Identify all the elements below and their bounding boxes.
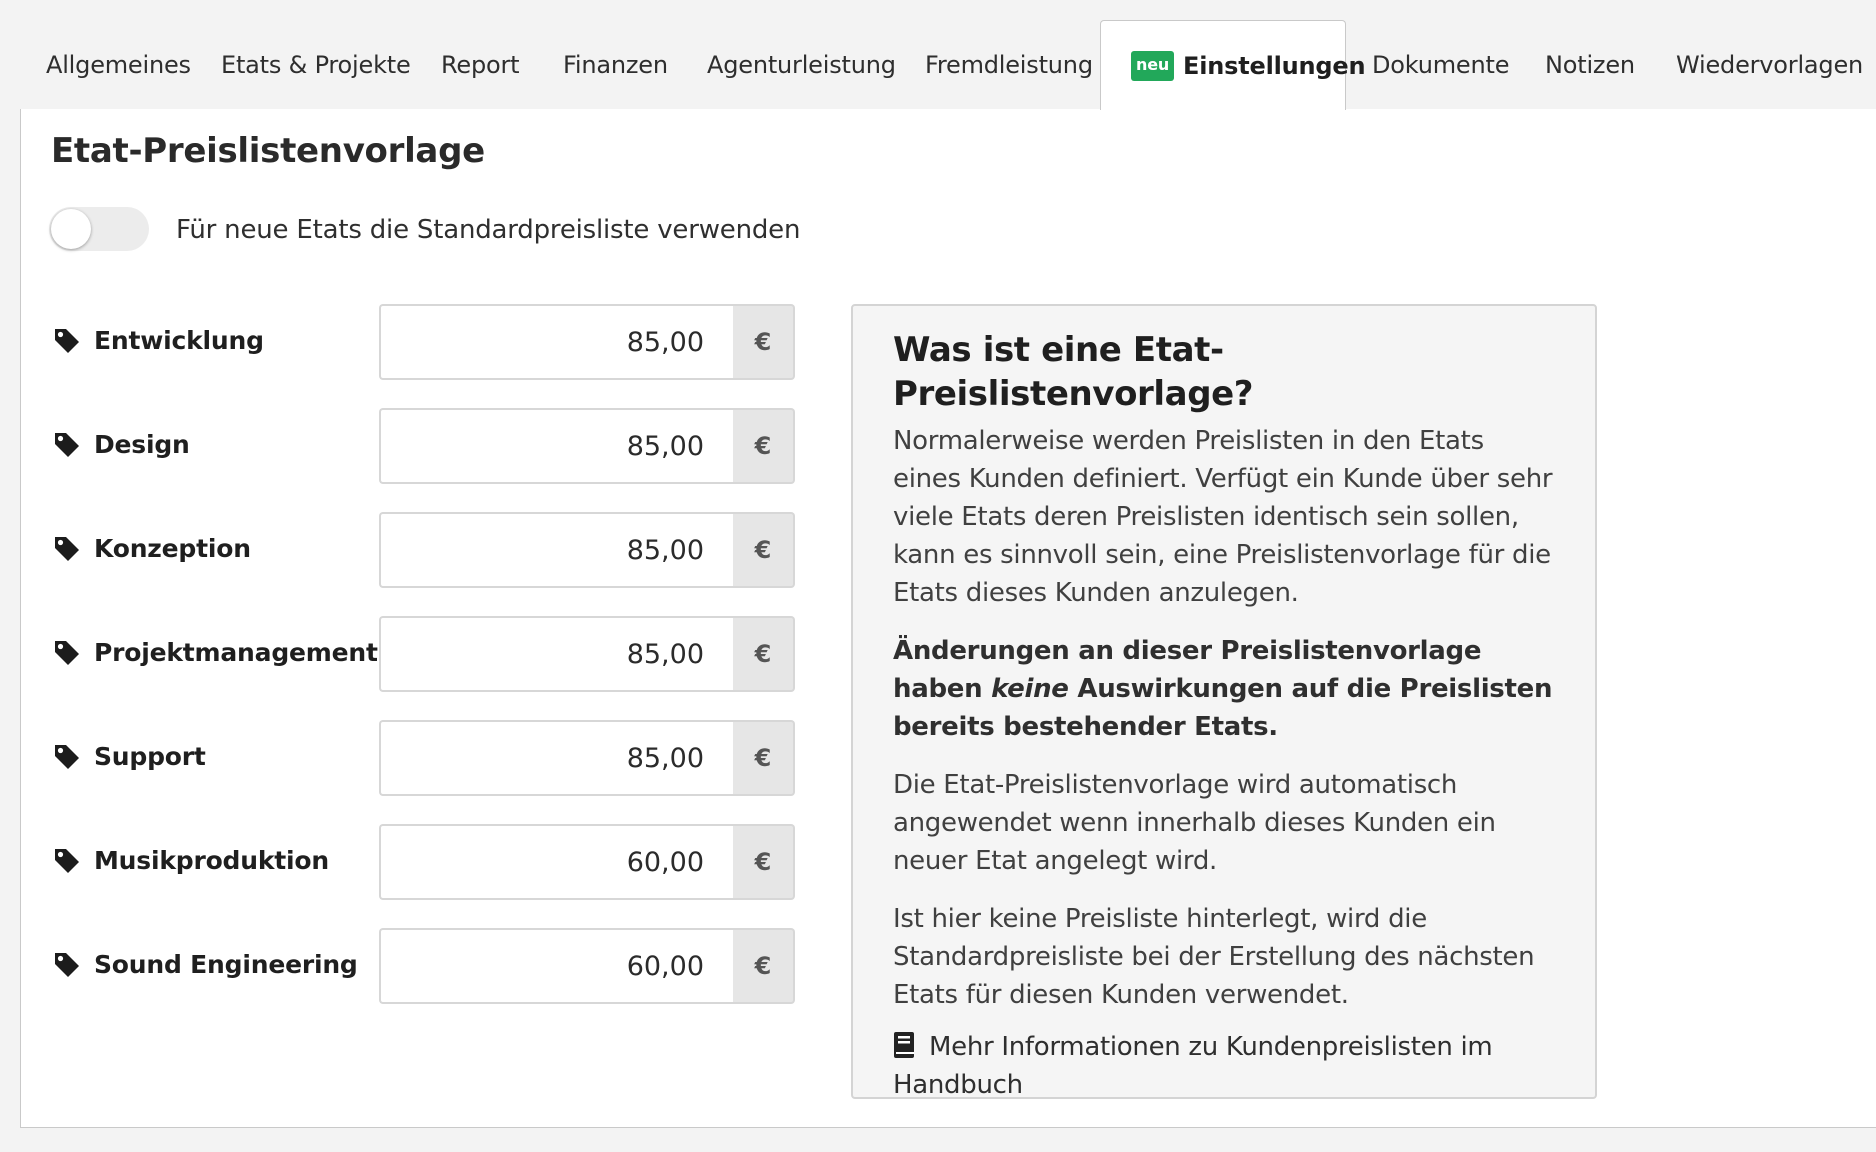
price-input-design[interactable] xyxy=(379,408,733,484)
price-input-entwicklung[interactable] xyxy=(379,304,733,380)
price-row-design: Design € xyxy=(49,408,819,484)
tab-dokumente[interactable]: Dokumente xyxy=(1372,20,1509,109)
tab-fremdleistung[interactable]: Fremdleistung xyxy=(925,20,1093,109)
page-title: Etat-Preislistenvorlage xyxy=(51,131,485,171)
handbook-link-label: Mehr Informationen zu Kundenpreislisten … xyxy=(893,1032,1493,1100)
handbook-link[interactable]: Mehr Informationen zu Kundenpreislisten … xyxy=(893,1028,1559,1104)
tab-einstellungen[interactable]: neu Einstellungen xyxy=(1100,20,1366,110)
price-label: Entwicklung xyxy=(94,326,264,355)
price-input-sound-engineering[interactable] xyxy=(379,928,733,1004)
tab-notizen[interactable]: Notizen xyxy=(1545,20,1635,109)
tab-label: Einstellungen xyxy=(1183,51,1366,80)
tab-label: Fremdleistung xyxy=(925,50,1093,79)
price-label: Projektmanagement xyxy=(94,638,378,667)
currency-addon: € xyxy=(733,720,795,796)
currency-addon: € xyxy=(733,824,795,900)
tab-label: Notizen xyxy=(1545,50,1635,79)
price-row-konzeption: Konzeption € xyxy=(49,512,819,588)
price-row-musikproduktion: Musikproduktion € xyxy=(49,824,819,900)
tag-icon xyxy=(55,433,79,457)
price-input-konzeption[interactable] xyxy=(379,512,733,588)
price-row-support: Support € xyxy=(49,720,819,796)
info-box: Was ist eine Etat-Preislistenvorlage? No… xyxy=(851,304,1597,1100)
currency-addon: € xyxy=(733,408,795,484)
info-title: Was ist eine Etat-Preislistenvorlage? xyxy=(893,330,1254,414)
price-label: Support xyxy=(94,742,206,771)
settings-panel: Etat-Preislistenvorlage Für neue Etats d… xyxy=(20,109,1876,1128)
info-warning-emphasis: keine xyxy=(991,674,1069,704)
price-input-musikproduktion[interactable] xyxy=(379,824,733,900)
tab-wiedervorlagen[interactable]: Wiedervorlagen xyxy=(1676,20,1863,109)
tab-label: Wiedervorlagen xyxy=(1676,50,1864,79)
currency-addon: € xyxy=(733,616,795,692)
price-row-sound-engineering: Sound Engineering € xyxy=(49,928,819,1004)
standard-pricelist-toggle[interactable] xyxy=(49,207,149,251)
info-warning: Änderungen an dieser Preislistenvorlage … xyxy=(893,632,1559,746)
info-paragraph: Normalerweise werden Preislisten in den … xyxy=(893,426,1553,608)
tab-agenturleistung[interactable]: Agenturleistung xyxy=(707,20,896,109)
price-row-entwicklung: Entwicklung € xyxy=(49,304,819,380)
toggle-label: Für neue Etats die Standardpreisliste ve… xyxy=(176,215,801,245)
tag-icon xyxy=(55,537,79,561)
price-row-projektmanagement: Projektmanagement € xyxy=(49,616,819,692)
tab-label: Finanzen xyxy=(563,50,668,79)
tab-label: Agenturleistung xyxy=(707,50,896,79)
tab-label: Allgemeines xyxy=(46,50,191,79)
tag-icon xyxy=(55,745,79,769)
price-label: Musikproduktion xyxy=(94,846,329,875)
price-input-support[interactable] xyxy=(379,720,733,796)
book-icon xyxy=(894,1032,914,1058)
price-label: Konzeption xyxy=(94,534,251,563)
tag-icon xyxy=(55,953,79,977)
tab-allgemeines[interactable]: Allgemeines xyxy=(46,20,191,109)
price-label: Sound Engineering xyxy=(94,950,358,979)
currency-addon: € xyxy=(733,512,795,588)
price-input-projektmanagement[interactable] xyxy=(379,616,733,692)
tab-etats-projekte[interactable]: Etats & Projekte xyxy=(221,20,411,109)
tab-label: Report xyxy=(441,50,520,79)
tab-bar: Allgemeines Etats & Projekte Report Fina… xyxy=(20,20,1876,110)
currency-addon: € xyxy=(733,928,795,1004)
info-paragraph: Ist hier keine Preisliste hinterlegt, wi… xyxy=(893,904,1535,1010)
tab-label: Dokumente xyxy=(1372,50,1510,79)
tag-icon xyxy=(55,849,79,873)
currency-addon: € xyxy=(733,304,795,380)
toggle-knob xyxy=(51,209,91,249)
tab-finanzen[interactable]: Finanzen xyxy=(563,20,668,109)
info-paragraph: Die Etat-Preislistenvorlage wird automat… xyxy=(893,770,1496,876)
tab-report[interactable]: Report xyxy=(441,20,520,109)
tab-label: Etats & Projekte xyxy=(221,50,411,79)
tag-icon xyxy=(55,641,79,665)
tag-icon xyxy=(55,329,79,353)
price-label: Design xyxy=(94,430,190,459)
new-badge: neu xyxy=(1131,50,1175,81)
